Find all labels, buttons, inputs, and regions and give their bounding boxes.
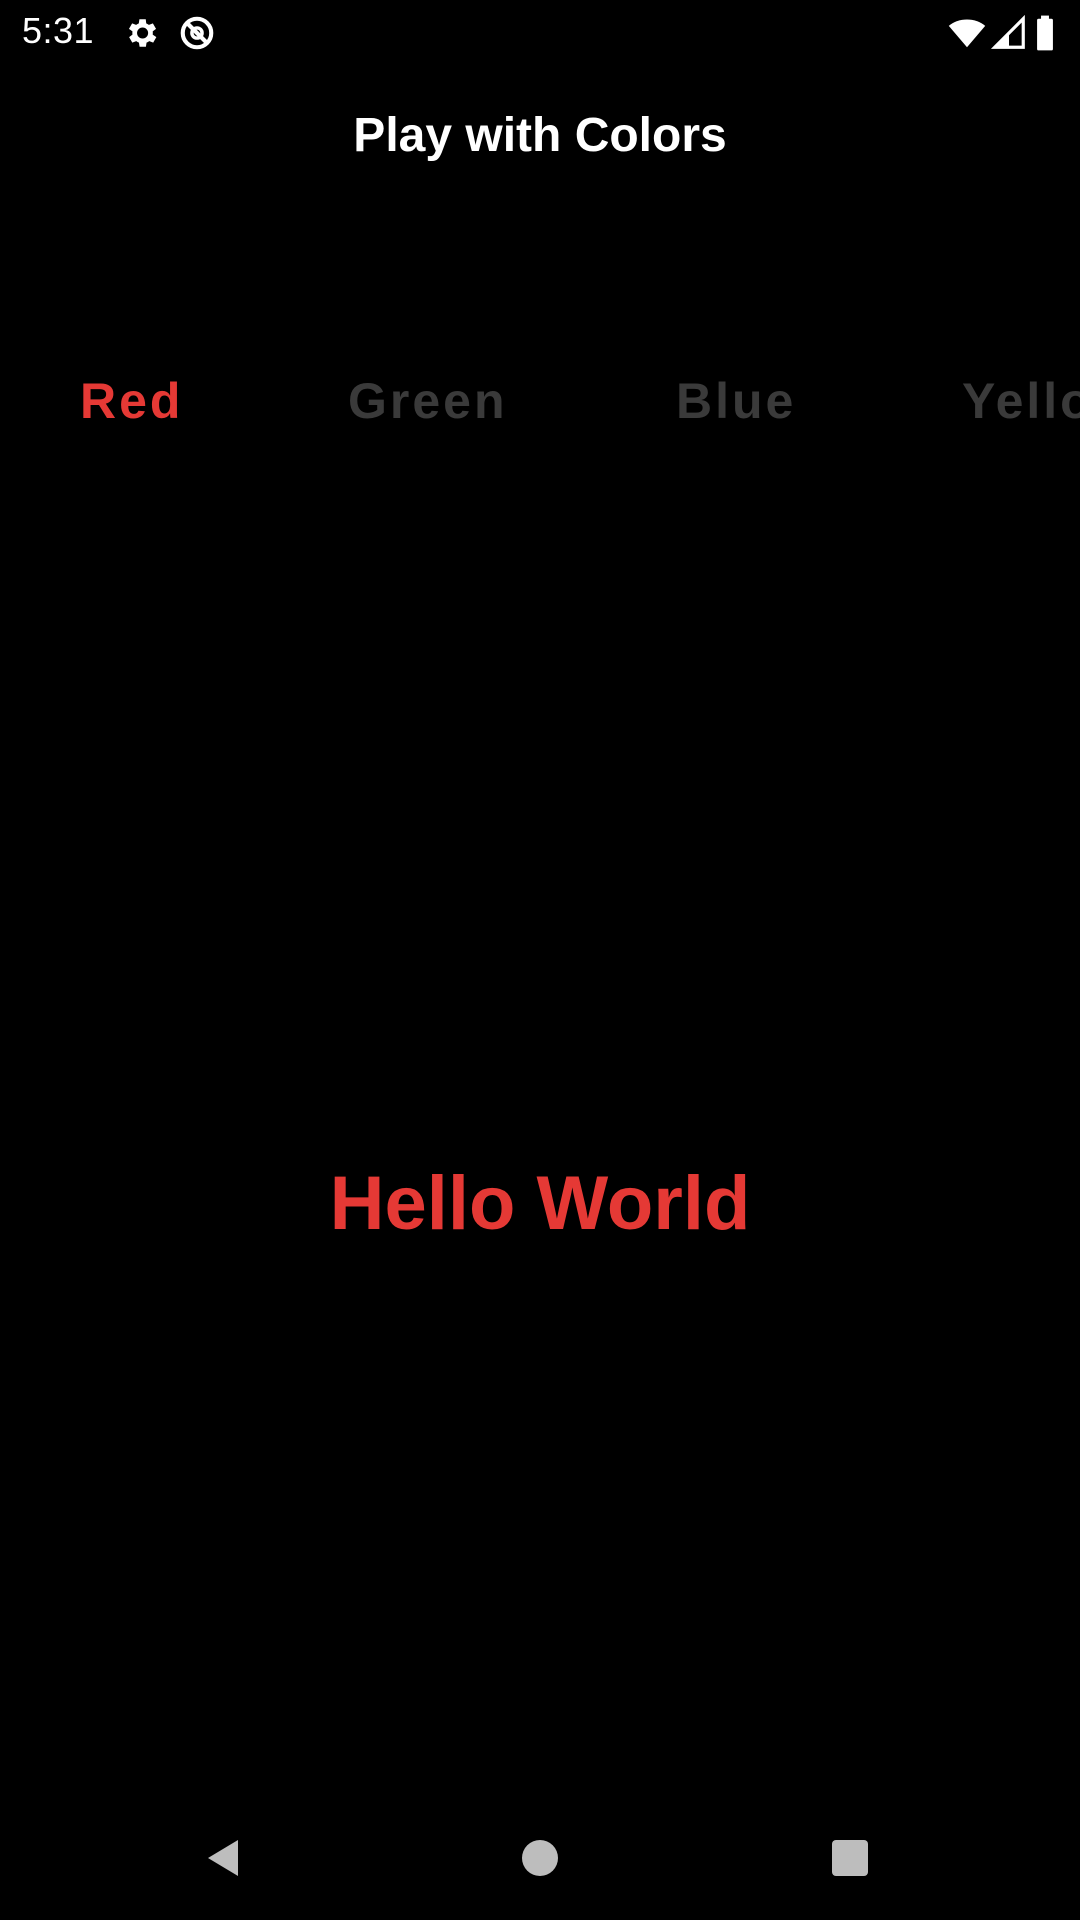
wifi-icon	[948, 14, 986, 52]
tab-blue[interactable]: Blue	[676, 372, 796, 430]
navigation-bar	[0, 1810, 1080, 1906]
tab-red[interactable]: Red	[80, 372, 183, 430]
home-icon[interactable]	[516, 1834, 564, 1882]
battery-icon	[1034, 14, 1056, 52]
data-saver-icon	[178, 14, 216, 52]
status-bar: 5:31	[0, 0, 1080, 64]
page-title: Play with Colors	[353, 109, 727, 162]
signal-icon	[990, 14, 1028, 52]
back-icon[interactable]	[202, 1834, 250, 1882]
tab-green[interactable]: Green	[348, 372, 508, 430]
status-time: 5:31	[22, 10, 95, 51]
recents-icon[interactable]	[826, 1834, 874, 1882]
color-tab-strip[interactable]: Red Green Blue Yello	[0, 372, 1080, 444]
settings-gear-icon	[122, 14, 160, 52]
hello-world-text: Hello World	[329, 1161, 751, 1246]
tab-yellow[interactable]: Yello	[962, 372, 1080, 430]
